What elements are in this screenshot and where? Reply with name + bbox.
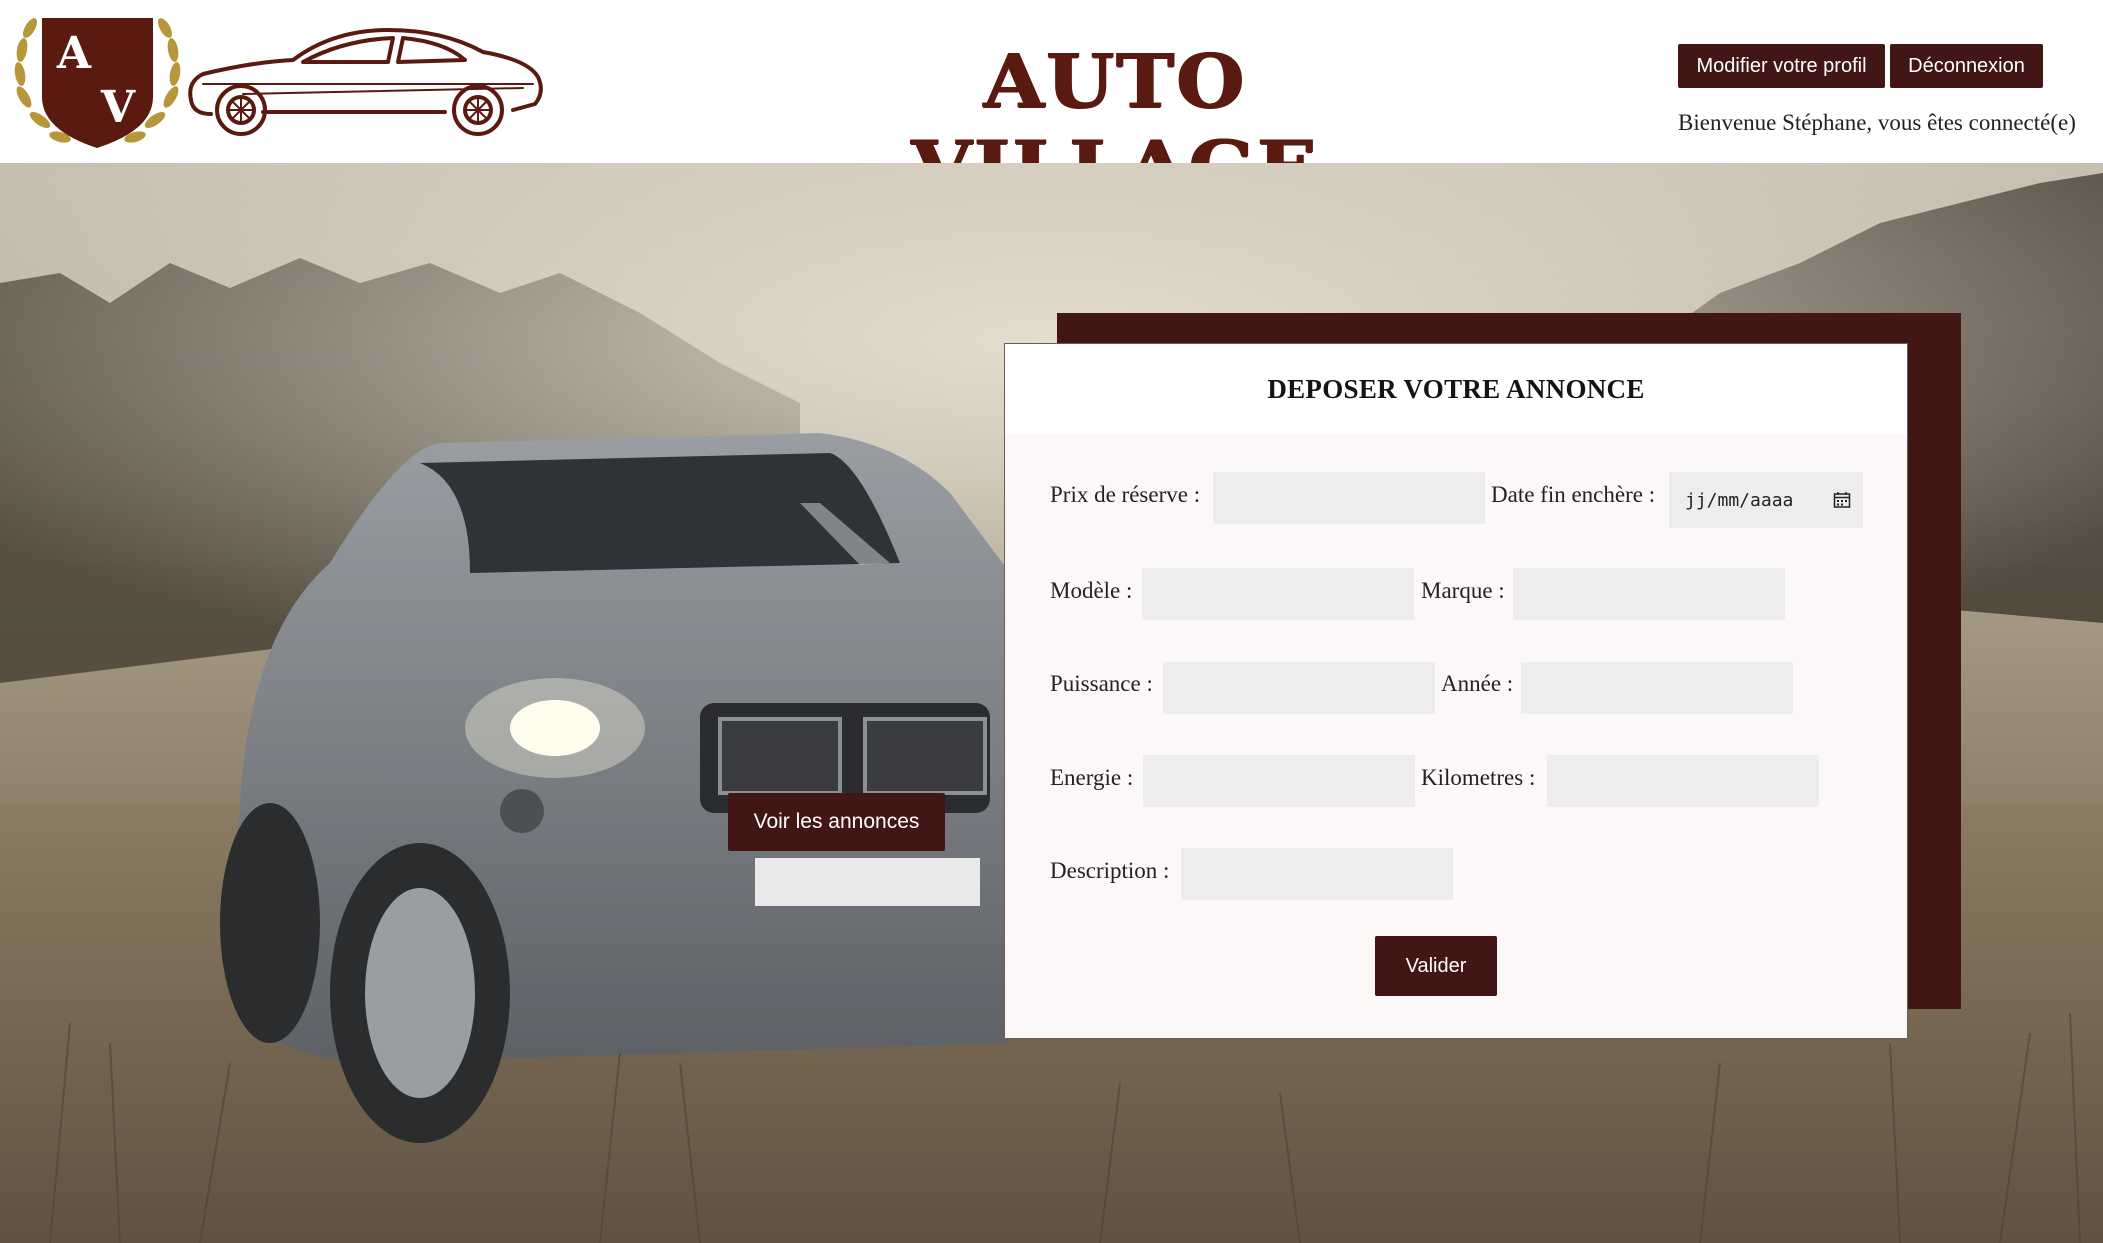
- welcome-message: Bienvenue Stéphane, vous êtes connecté(e…: [1678, 110, 2076, 135]
- mileage-label: Kilometres :: [1421, 765, 1536, 790]
- end-date-label: Date fin enchère :: [1491, 482, 1656, 507]
- power-label: Puissance :: [1050, 671, 1153, 696]
- logo-car-icon: [188, 28, 543, 136]
- brand-label: Marque :: [1421, 578, 1505, 603]
- form-header: DEPOSER VOTRE ANNONCE: [1005, 344, 1907, 434]
- energy-label: Energie :: [1050, 765, 1134, 790]
- logout-button[interactable]: Déconnexion: [1890, 44, 2043, 88]
- model-label: Modèle :: [1050, 578, 1133, 603]
- description-input[interactable]: [1181, 848, 1453, 900]
- description-label: Description :: [1050, 858, 1170, 883]
- end-date-input[interactable]: jj/mm/aaaa: [1669, 472, 1863, 528]
- view-ads-button[interactable]: Voir les annonces: [728, 793, 945, 851]
- site-header: A V AUTO VILLAGE Modifier votre profil D…: [0, 0, 2103, 211]
- svg-text:A: A: [56, 28, 92, 79]
- model-input[interactable]: [1142, 568, 1414, 620]
- svg-text:V: V: [100, 82, 136, 133]
- year-label: Année :: [1441, 671, 1514, 696]
- reserve-price-input[interactable]: [1213, 472, 1485, 524]
- ad-form-card: DEPOSER VOTRE ANNONCE Prix de réserve : …: [1004, 343, 1908, 1039]
- submit-button[interactable]: Valider: [1375, 936, 1497, 996]
- form-title: DEPOSER VOTRE ANNONCE: [1267, 374, 1645, 404]
- logo-shield[interactable]: A V: [10, 2, 185, 152]
- reserve-price-label: Prix de réserve :: [1050, 482, 1201, 507]
- energy-input[interactable]: [1143, 755, 1415, 807]
- end-date-placeholder: jj/mm/aaaa: [1685, 489, 1794, 511]
- year-input[interactable]: [1521, 662, 1793, 714]
- brand-input[interactable]: [1513, 568, 1785, 620]
- power-input[interactable]: [1163, 662, 1435, 714]
- calendar-icon[interactable]: [1833, 491, 1851, 509]
- mileage-input[interactable]: [1547, 755, 1819, 807]
- edit-profile-button[interactable]: Modifier votre profil: [1678, 44, 1885, 88]
